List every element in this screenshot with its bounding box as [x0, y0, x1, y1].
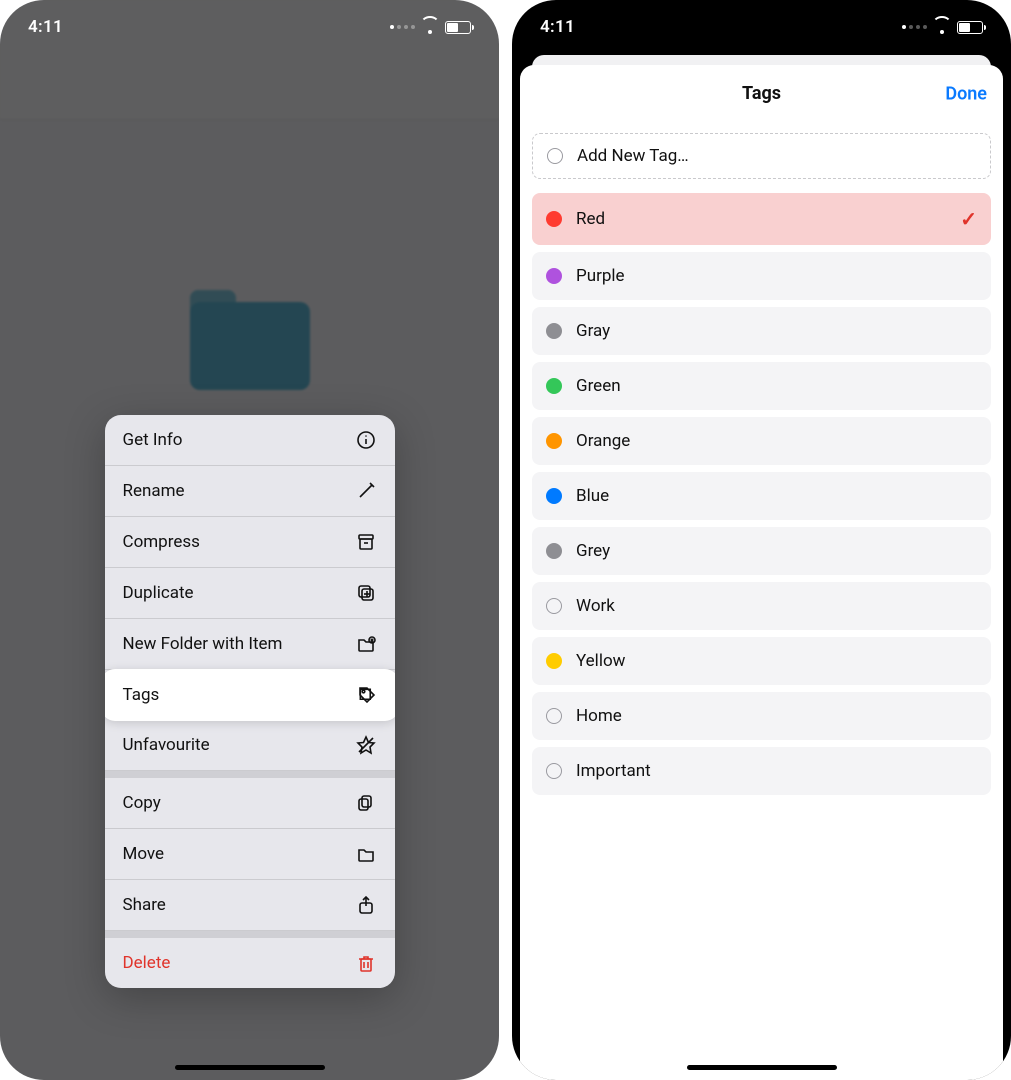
- tag-color-dot: [546, 211, 562, 227]
- menu-item-label: Duplicate: [123, 583, 194, 603]
- tag-label: Green: [576, 376, 977, 396]
- tag-row-blue[interactable]: Blue: [532, 472, 991, 520]
- tag-label: Grey: [576, 541, 977, 561]
- tag-row-yellow[interactable]: Yellow: [532, 637, 991, 685]
- menu-item-get-info[interactable]: Get Info: [105, 415, 395, 466]
- battery-icon: [957, 21, 983, 34]
- menu-item-label: Share: [123, 895, 166, 915]
- menu-item-label: Tags: [123, 685, 160, 705]
- tag-label: Important: [576, 761, 977, 781]
- status-icons: [390, 20, 471, 34]
- menu-item-delete[interactable]: Delete: [105, 931, 395, 988]
- tag-label: Red: [576, 209, 946, 229]
- menu-item-move[interactable]: Move: [105, 829, 395, 880]
- tag-row-grey[interactable]: Grey: [532, 527, 991, 575]
- tag-label: Yellow: [576, 651, 977, 671]
- tag-label: Orange: [576, 431, 977, 451]
- sheet-title: Tags: [742, 83, 781, 104]
- screen-tags-sheet: 4:11 Tags Done Add New Tag… Red ✓ Purple Gr…: [512, 0, 1011, 1080]
- tag-color-dot: [546, 708, 562, 724]
- tag-icon: [355, 684, 377, 706]
- share-icon: [355, 894, 377, 916]
- menu-item-label: Move: [123, 844, 165, 864]
- sheet-header: Tags Done: [520, 65, 1003, 123]
- tag-row-gray[interactable]: Gray: [532, 307, 991, 355]
- home-indicator[interactable]: [175, 1065, 325, 1070]
- tag-color-dot: [546, 323, 562, 339]
- copy-icon: [355, 792, 377, 814]
- tag-color-dot: [546, 268, 562, 284]
- tag-row-home[interactable]: Home: [532, 692, 991, 740]
- tag-row-green[interactable]: Green: [532, 362, 991, 410]
- wifi-icon: [421, 20, 439, 34]
- cellular-icon: [902, 25, 927, 29]
- status-time: 4:11: [28, 17, 63, 37]
- tag-color-dot: [546, 653, 562, 669]
- tag-color-dot: [546, 378, 562, 394]
- starx-icon: [355, 734, 377, 756]
- tag-list: Red ✓ Purple Gray Green Orange Blue Grey Work Yel…: [532, 193, 991, 795]
- tag-label: Blue: [576, 486, 977, 506]
- menu-item-label: Compress: [123, 532, 200, 552]
- status-bar-left: 4:11: [0, 0, 499, 54]
- folder-icon: [355, 843, 377, 865]
- context-menu: Get Info Rename Compress Duplicate New Folde…: [105, 415, 395, 988]
- status-icons: [902, 20, 983, 34]
- menu-item-duplicate[interactable]: Duplicate: [105, 568, 395, 619]
- menu-item-unfav[interactable]: Unfavourite: [105, 720, 395, 771]
- menu-item-rename[interactable]: Rename: [105, 466, 395, 517]
- screen-context-menu: 4:11 Get Info Rename Compress Duplicate New …: [0, 0, 499, 1080]
- done-button[interactable]: Done: [945, 83, 987, 104]
- menu-item-newfolder[interactable]: New Folder with Item: [105, 619, 395, 670]
- tag-row-red[interactable]: Red ✓: [532, 193, 991, 245]
- tag-color-dot: [546, 488, 562, 504]
- circle-hollow-icon: [547, 148, 563, 164]
- folderplus-icon: [355, 633, 377, 655]
- menu-item-copy[interactable]: Copy: [105, 771, 395, 829]
- tag-color-dot: [546, 598, 562, 614]
- tag-row-orange[interactable]: Orange: [532, 417, 991, 465]
- add-new-tag-label: Add New Tag…: [577, 146, 689, 166]
- tag-label: Work: [576, 596, 977, 616]
- tag-row-work[interactable]: Work: [532, 582, 991, 630]
- menu-item-label: Rename: [123, 481, 185, 501]
- home-indicator[interactable]: [687, 1065, 837, 1070]
- tag-color-dot: [546, 763, 562, 779]
- tag-row-purple[interactable]: Purple: [532, 252, 991, 300]
- tag-color-dot: [546, 543, 562, 559]
- info-icon: [355, 429, 377, 451]
- menu-item-share[interactable]: Share: [105, 880, 395, 931]
- add-new-tag-row[interactable]: Add New Tag…: [532, 133, 991, 179]
- tags-sheet: Tags Done Add New Tag… Red ✓ Purple Gray Gre…: [520, 65, 1003, 1080]
- tag-label: Purple: [576, 266, 977, 286]
- duplicate-icon: [355, 582, 377, 604]
- status-bar-right: 4:11: [512, 0, 1011, 54]
- menu-item-label: Delete: [123, 953, 171, 973]
- menu-item-label: Copy: [123, 793, 161, 813]
- battery-icon: [445, 21, 471, 34]
- menu-item-label: Get Info: [123, 430, 183, 450]
- checkmark-icon: ✓: [960, 207, 977, 231]
- pencil-icon: [355, 480, 377, 502]
- tag-label: Gray: [576, 321, 977, 341]
- sheet-body: Add New Tag… Red ✓ Purple Gray Green Orange Bl…: [520, 123, 1003, 826]
- menu-item-label: Unfavourite: [123, 735, 210, 755]
- tag-label: Home: [576, 706, 977, 726]
- menu-item-label: New Folder with Item: [123, 634, 283, 654]
- menu-item-tags[interactable]: Tags: [105, 669, 395, 721]
- wifi-icon: [933, 20, 951, 34]
- tag-color-dot: [546, 433, 562, 449]
- archive-icon: [355, 531, 377, 553]
- folder-icon: [190, 290, 310, 390]
- status-time: 4:11: [540, 17, 575, 37]
- trash-icon: [355, 952, 377, 974]
- menu-item-compress[interactable]: Compress: [105, 517, 395, 568]
- tag-row-important[interactable]: Important: [532, 747, 991, 795]
- cellular-icon: [390, 25, 415, 29]
